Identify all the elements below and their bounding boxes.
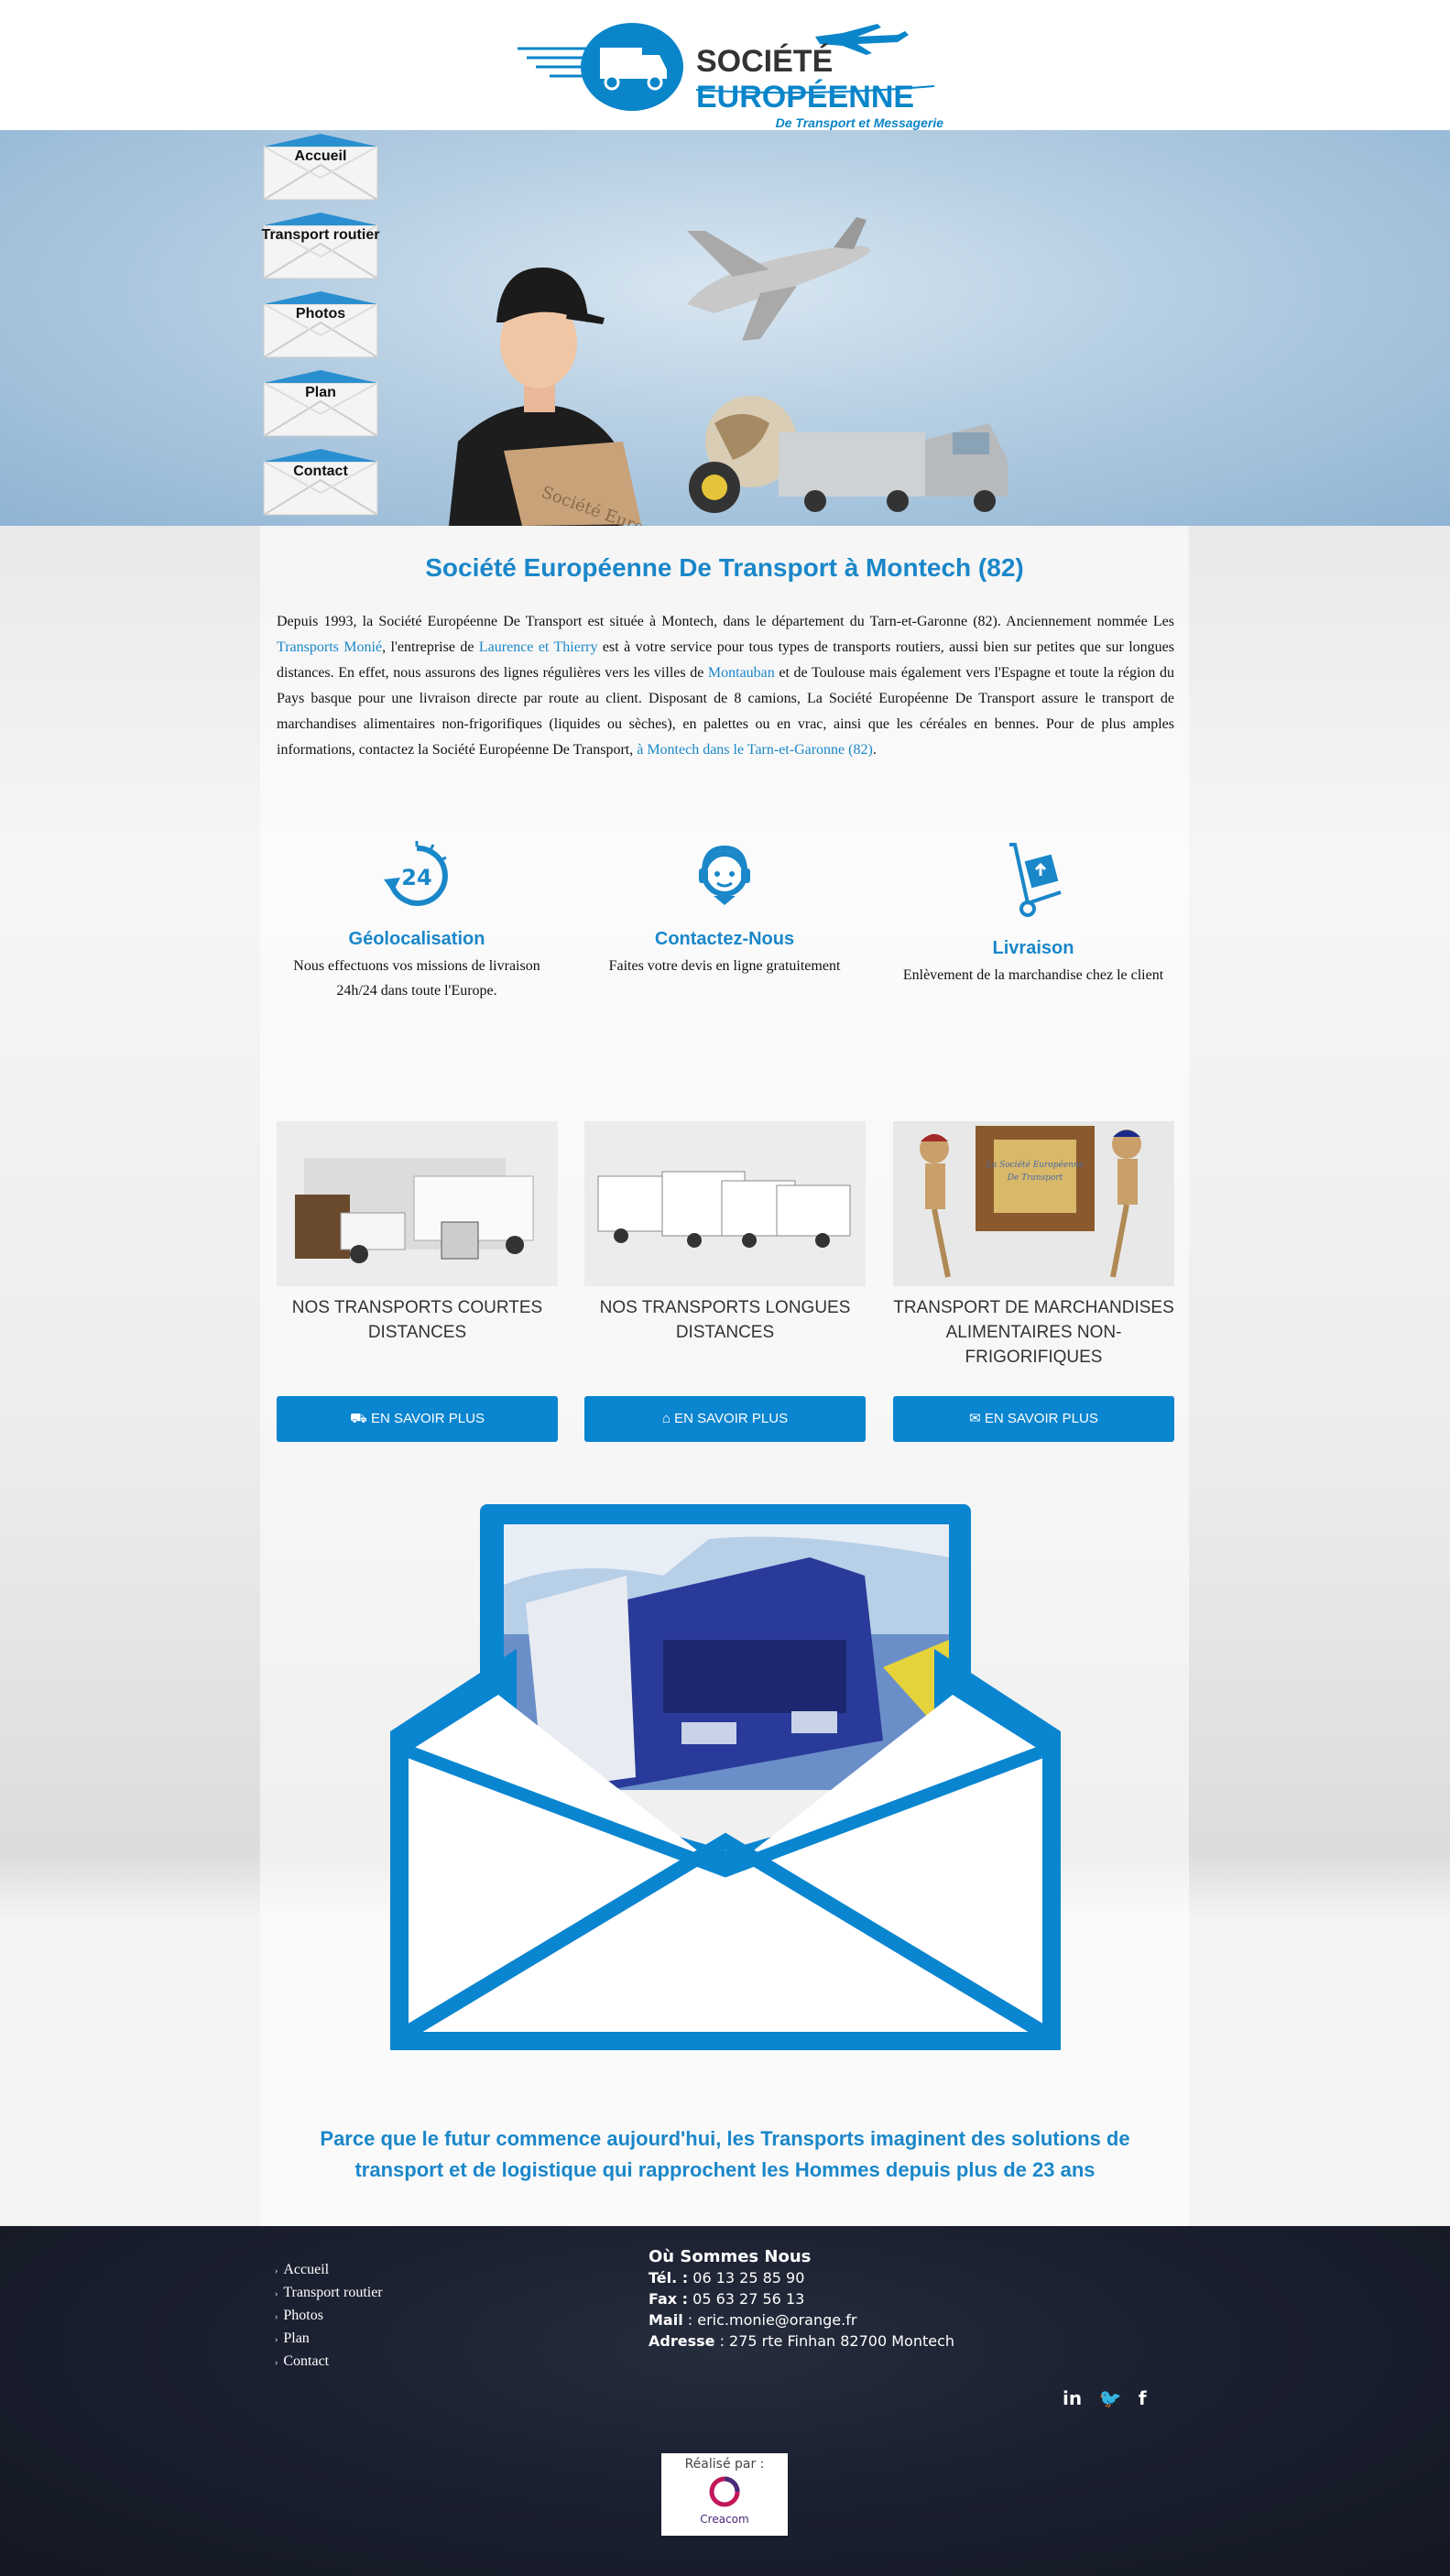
service-card-long-distance[interactable]: NOS TRANSPORTS LONGUES DISTANCES	[584, 1121, 866, 1345]
envelope-icon	[263, 291, 378, 358]
svg-text:24: 24	[401, 865, 431, 890]
envelope-icon	[263, 134, 378, 201]
card-image	[584, 1121, 866, 1286]
creacom-logo-icon	[709, 2476, 740, 2507]
logo-word-societe: SOCIÉTÉ	[696, 44, 834, 79]
logo-word-europeenne: EUROPÉENNE	[696, 80, 915, 115]
link-laurence-thierry[interactable]: Laurence et Thierry	[479, 639, 598, 655]
logo-text: SOCIÉTÉ EUROPÉENNE De Transport et Messa…	[696, 44, 943, 130]
footer-link-photos[interactable]: › Photos	[275, 2305, 383, 2328]
svg-text:La Société Européenne: La Société Européenne	[986, 1160, 1084, 1170]
tagline: Parce que le futur commence aujourd'hui,…	[320, 2127, 1130, 2181]
chevron-right-icon: ›	[275, 2335, 278, 2345]
nav-label: Photos	[295, 306, 346, 322]
support-agent-icon	[699, 845, 750, 905]
footer-link-accueil[interactable]: › Accueil	[275, 2259, 383, 2282]
contact-address: Adresse : 275 rte Finhan 82700 Montech	[649, 2332, 955, 2350]
feature-contact: Contactez-Nous Faites votre devis en lig…	[587, 839, 862, 978]
site-footer: › Accueil › Transport routier › Photos › Pla…	[0, 2226, 1450, 2576]
clock-24-icon: 24	[384, 841, 448, 906]
credit-label: Réalisé par :	[684, 2457, 765, 2472]
nav-label: Contact	[293, 464, 348, 479]
envelope-icon	[263, 370, 378, 437]
chevron-right-icon: ›	[275, 2358, 278, 2368]
en-savoir-plus-button-food[interactable]: ✉ EN SAVOIR PLUS	[893, 1396, 1174, 1442]
svg-text:De Transport: De Transport	[1007, 1173, 1063, 1183]
footer-contact: Où Sommes Nous Tél. : 06 13 25 85 90 Fax…	[649, 2246, 954, 2352]
envelope-truck-illustration	[390, 1504, 1061, 2050]
contact-title: Où Sommes Nous	[649, 2247, 812, 2266]
card-title: TRANSPORT DE MARCHANDISES ALIMENTAIRES N…	[893, 1298, 1174, 1367]
nav-item-contact[interactable]: Contact	[261, 445, 380, 524]
nav-item-photos[interactable]: Photos	[261, 288, 380, 366]
card-image: La Société Européenne De Transport	[893, 1121, 1174, 1286]
footer-link-contact[interactable]: › Contact	[275, 2351, 383, 2374]
contact-phone: Tél. : 06 13 25 85 90	[649, 2269, 805, 2287]
delivery-man-figure: Société Européenne	[449, 267, 703, 526]
creacom-credit[interactable]: Réalisé par : Creacom	[661, 2453, 788, 2536]
chevron-right-icon: ›	[275, 2312, 278, 2322]
twitter-icon[interactable]: 🐦	[1099, 2387, 1122, 2409]
nav-item-accueil[interactable]: Accueil	[261, 130, 380, 209]
logo-tagline: De Transport et Messagerie	[775, 115, 943, 130]
service-card-short-distance[interactable]: NOS TRANSPORTS COURTES DISTANCES	[277, 1121, 558, 1345]
site-header: SOCIÉTÉ EUROPÉENNE De Transport et Messa…	[0, 0, 1450, 130]
card-title: NOS TRANSPORTS COURTES DISTANCES	[291, 1298, 543, 1342]
feature-title: Géolocalisation	[348, 929, 485, 949]
service-card-food-transport[interactable]: La Société Européenne De Transport TRANS…	[893, 1121, 1174, 1370]
hero-banner: Accueil Transport routier Photos Plan Co…	[0, 130, 1450, 526]
main-nav: Accueil Transport routier Photos Plan Co…	[261, 130, 380, 524]
facebook-icon[interactable]: f	[1139, 2387, 1147, 2409]
chevron-right-icon: ›	[275, 2289, 278, 2299]
nav-item-transport-routier[interactable]: Transport routier	[261, 209, 380, 288]
envelope-icon	[263, 213, 378, 279]
feature-text: Enlèvement de la marchandise chez le cli…	[902, 967, 1164, 983]
feature-text: Faites votre devis en ligne gratuitement	[608, 958, 841, 974]
contact-fax: Fax : 05 63 27 56 13	[649, 2290, 805, 2308]
social-links: in 🐦 f	[1063, 2387, 1160, 2409]
feature-text: Nous effectuons vos missions de livraiso…	[293, 958, 540, 999]
link-montauban[interactable]: Montauban	[708, 665, 775, 681]
intro-paragraph: Depuis 1993, la Société Européenne De Tr…	[277, 614, 1175, 758]
feature-geolocalisation: 24 Géolocalisation Nous effectuons vos m…	[279, 839, 554, 1003]
card-title: NOS TRANSPORTS LONGUES DISTANCES	[599, 1298, 851, 1342]
envelope-icon	[263, 449, 378, 516]
feature-title: Livraison	[992, 938, 1074, 958]
link-montech[interactable]: à Montech dans le Tarn-et-Garonne (82)	[637, 742, 873, 758]
truck-icon	[779, 423, 1008, 512]
feature-title: Contactez-Nous	[654, 929, 795, 949]
feature-livraison: Livraison Enlèvement de la marchandise c…	[896, 839, 1171, 988]
nav-label: Transport routier	[261, 227, 380, 243]
contact-mail[interactable]: Mail : eric.monie@orange.fr	[649, 2309, 954, 2330]
nav-item-plan[interactable]: Plan	[261, 366, 380, 445]
footer-link-plan[interactable]: › Plan	[275, 2328, 383, 2351]
page-title: Société Européenne De Transport à Montec…	[425, 553, 1024, 582]
nav-label: Accueil	[294, 148, 347, 164]
hand-truck-icon	[1009, 843, 1062, 917]
footer-link-transport-routier[interactable]: › Transport routier	[275, 2282, 383, 2305]
site-logo[interactable]: SOCIÉTÉ EUROPÉENNE De Transport et Messa…	[513, 16, 943, 130]
nav-label: Plan	[305, 385, 336, 400]
en-savoir-plus-button-short[interactable]: ⛟ EN SAVOIR PLUS	[277, 1396, 558, 1442]
footer-nav: › Accueil › Transport routier › Photos › Pla…	[275, 2259, 383, 2374]
link-transports-monie[interactable]: Transports Monié	[277, 639, 382, 655]
hero-illustration: Société Européenne	[449, 217, 1008, 526]
linkedin-icon[interactable]: in	[1063, 2387, 1082, 2409]
en-savoir-plus-button-long[interactable]: ⌂ EN SAVOIR PLUS	[584, 1396, 866, 1442]
airplane-icon	[687, 217, 870, 341]
card-image	[277, 1121, 558, 1286]
credit-name: Creacom	[700, 2513, 749, 2526]
chevron-right-icon: ›	[275, 2266, 278, 2276]
